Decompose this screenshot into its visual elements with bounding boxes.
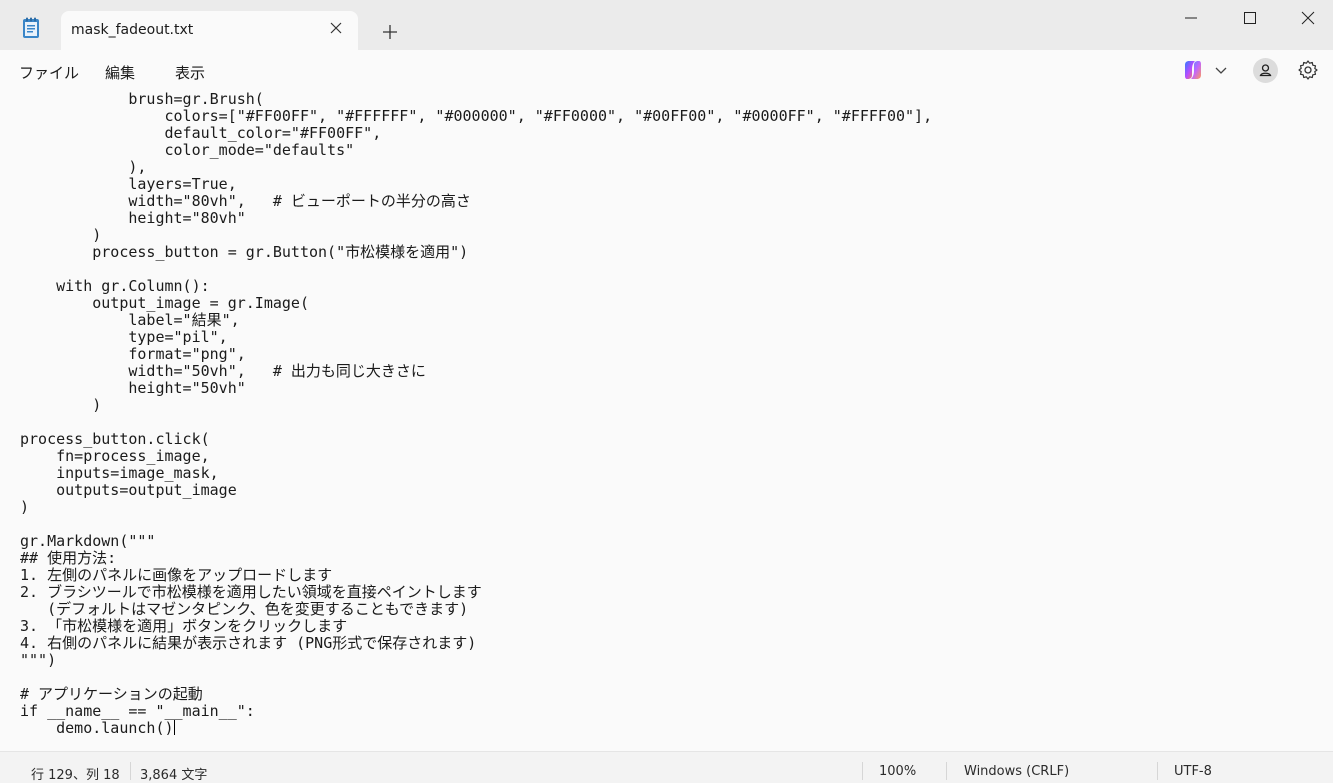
account-button[interactable] <box>1253 58 1278 83</box>
code-line: ) <box>20 498 30 516</box>
code-line: outputs=output_image <box>20 481 237 499</box>
code-line: gr.Markdown(""" <box>20 532 156 550</box>
code-line: (デフォルトはマゼンタピンク、色を変更することもできます) <box>20 600 469 618</box>
close-window-button[interactable] <box>1284 0 1330 36</box>
code-line: height="80vh" <box>20 209 246 227</box>
code-line: 4. 右側のパネルに結果が表示されます (PNG形式で保存されます) <box>20 634 477 652</box>
notepad-window: mask_fadeout.txt ファイル 編集 表示 brush=gr.Bru… <box>0 0 1333 783</box>
text-caret <box>173 720 175 735</box>
notepad-app-icon <box>20 17 42 39</box>
line-ending[interactable]: Windows (CRLF) <box>964 764 1069 779</box>
minimize-button[interactable] <box>1167 0 1213 36</box>
code-line: with gr.Column(): <box>20 277 210 295</box>
status-divider <box>862 762 863 780</box>
code-line: fn=process_image, <box>20 447 210 465</box>
code-line: height="50vh" <box>20 379 246 397</box>
editor-content[interactable]: brush=gr.Brush( colors=["#FF00FF", "#FFF… <box>20 91 932 737</box>
code-line: colors=["#FF00FF", "#FFFFFF", "#000000",… <box>20 107 933 125</box>
tab-title: mask_fadeout.txt <box>71 22 194 38</box>
menu-view[interactable]: 表示 <box>175 62 205 83</box>
title-bar: mask_fadeout.txt <box>0 0 1333 50</box>
status-divider <box>130 762 131 780</box>
status-bar: 行 129、列 18 3,864 文字 100% Windows (CRLF) … <box>0 751 1333 783</box>
code-line: 3. 「市松模様を適用」ボタンをクリックします <box>20 617 348 635</box>
menu-file[interactable]: ファイル <box>19 62 79 83</box>
zoom-level[interactable]: 100% <box>879 764 916 779</box>
menu-edit[interactable]: 編集 <box>105 62 135 83</box>
code-line: brush=gr.Brush( <box>20 91 264 108</box>
code-line: default_color="#FF00FF", <box>20 124 382 142</box>
code-line: 1. 左側のパネルに画像をアップロードします <box>20 566 333 584</box>
code-line: output_image = gr.Image( <box>20 294 309 312</box>
code-line: 2. ブラシツールで市松模様を適用したい領域を直接ペイントします <box>20 583 482 601</box>
code-line: width="80vh", # ビューポートの半分の高さ <box>20 192 471 210</box>
code-line: ## 使用方法: <box>20 549 117 567</box>
code-line: format="png", <box>20 345 246 363</box>
code-line: inputs=image_mask, <box>20 464 219 482</box>
text-editor[interactable]: brush=gr.Brush( colors=["#FF00FF", "#FFF… <box>0 91 1322 751</box>
code-line: if __name__ == "__main__": <box>20 702 255 720</box>
code-line: ), <box>20 158 147 176</box>
code-line: process_button.click( <box>20 430 210 448</box>
code-line: demo.launch() <box>20 719 174 737</box>
code-line: ) <box>20 396 102 414</box>
cursor-position: 行 129、列 18 <box>31 768 120 783</box>
status-divider <box>1157 762 1158 780</box>
code-line: width="50vh", # 出力も同じ大きさに <box>20 362 426 380</box>
new-tab-plus-icon[interactable] <box>378 20 402 44</box>
code-line: type="pil", <box>20 328 228 346</box>
menu-bar: ファイル 編集 表示 <box>0 50 1333 91</box>
tab-mask-fadeout[interactable]: mask_fadeout.txt <box>61 11 358 50</box>
code-line: """) <box>20 651 57 669</box>
code-line: process_button = gr.Button("市松模様を適用") <box>20 243 469 261</box>
code-line: label="結果", <box>20 311 240 329</box>
code-line: ) <box>20 226 102 244</box>
status-divider <box>946 762 947 780</box>
copilot-button[interactable] <box>1181 58 1231 82</box>
close-tab-icon[interactable] <box>328 20 344 36</box>
settings-button[interactable] <box>1297 59 1319 81</box>
code-line: layers=True, <box>20 175 237 193</box>
character-count: 3,864 文字 <box>140 768 208 783</box>
code-line: # アプリケーションの起動 <box>20 685 203 703</box>
maximize-button[interactable] <box>1226 0 1272 36</box>
code-line: color_mode="defaults" <box>20 141 355 159</box>
encoding[interactable]: UTF-8 <box>1174 764 1212 779</box>
